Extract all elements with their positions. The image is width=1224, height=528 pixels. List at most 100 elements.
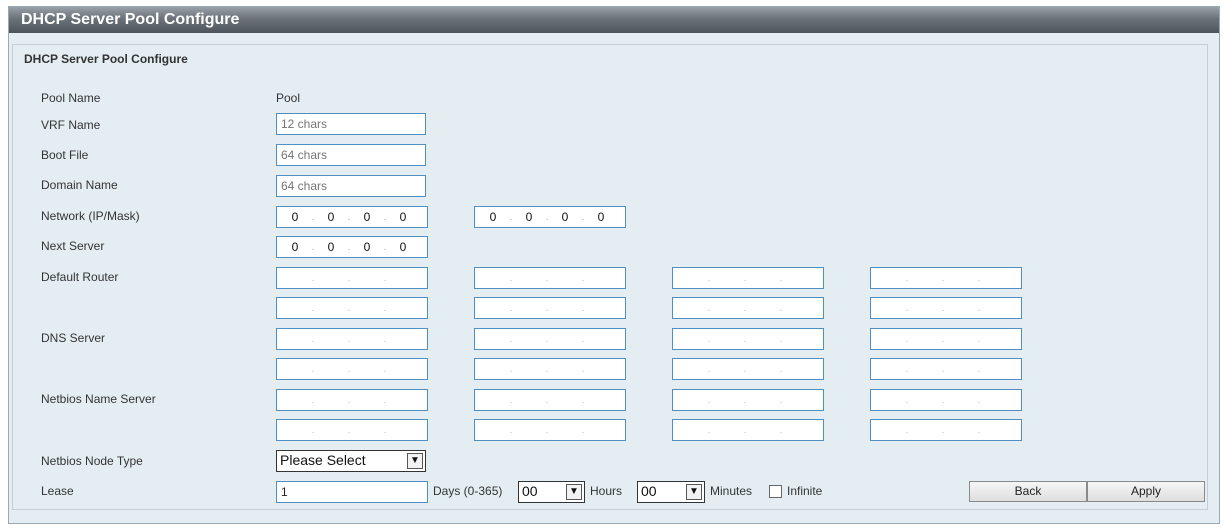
boot-file-input[interactable] (276, 144, 426, 166)
network-mask-input[interactable]: 0. 0. 0. 0 (474, 206, 626, 228)
ip-dot: . (743, 302, 747, 314)
ip-dot: . (581, 272, 585, 284)
default-router-ip-input[interactable]: ... (672, 297, 824, 319)
chevron-down-icon: ▼ (566, 484, 582, 500)
netbios-name-server-ip-input[interactable]: ... (870, 419, 1022, 441)
ip-dot: . (509, 333, 513, 345)
ip-dot: . (509, 394, 513, 406)
netbios-name-server-ip-input[interactable]: ... (672, 389, 824, 411)
ip-dot: . (977, 302, 981, 314)
ip-dot: . (311, 241, 315, 253)
netbios-name-server-ip-input[interactable]: ... (672, 419, 824, 441)
ip-dot: . (509, 272, 513, 284)
ip-dot: . (347, 363, 351, 375)
netbios-name-server-ip-input[interactable]: ... (870, 389, 1022, 411)
ip-dot: . (347, 424, 351, 436)
hours-value: 00 (522, 483, 538, 499)
dns-server-ip-input[interactable]: ... (474, 358, 626, 380)
default-router-ip-input[interactable]: ... (276, 297, 428, 319)
vrf-name-input[interactable] (276, 113, 426, 135)
dns-server-ip-input[interactable]: ... (276, 358, 428, 380)
infinite-label: Infinite (787, 484, 823, 498)
ip-octet: 0 (327, 240, 335, 254)
page-title: DHCP Server Pool Configure (9, 7, 1219, 33)
ip-octet: 0 (561, 210, 569, 224)
ip-dot: . (707, 272, 711, 284)
netbios-node-type-label: Netbios Node Type (41, 454, 143, 468)
netbios-name-server-ip-input[interactable]: ... (474, 389, 626, 411)
ip-dot: . (977, 394, 981, 406)
ip-dot: . (743, 333, 747, 345)
ip-dot: . (347, 241, 351, 253)
ip-octet: 0 (363, 240, 371, 254)
ip-dot: . (905, 272, 909, 284)
hours-label: Hours (590, 484, 623, 498)
ip-dot: . (509, 363, 513, 375)
netbios-name-server-ip-input[interactable]: ... (276, 419, 428, 441)
ip-dot: . (941, 363, 945, 375)
lease-days-input[interactable] (276, 481, 428, 503)
ip-dot: . (509, 211, 513, 223)
ip-dot: . (779, 363, 783, 375)
dns-server-ip-input[interactable]: ... (474, 328, 626, 350)
days-label: Days (0-365) (433, 484, 503, 498)
minutes-value: 00 (641, 483, 657, 499)
next-server-input[interactable]: 0. 0. 0. 0 (276, 236, 428, 258)
default-router-label: Default Router (41, 270, 119, 284)
ip-dot: . (581, 363, 585, 375)
dns-server-ip-input[interactable]: ... (672, 358, 824, 380)
ip-octet: 0 (399, 240, 407, 254)
ip-dot: . (707, 302, 711, 314)
dns-server-ip-input[interactable]: ... (276, 328, 428, 350)
default-router-ip-input[interactable]: ... (870, 297, 1022, 319)
ip-octet: 0 (399, 210, 407, 224)
default-router-ip-input[interactable]: ... (474, 267, 626, 289)
ip-dot: . (545, 302, 549, 314)
ip-dot: . (311, 363, 315, 375)
ip-dot: . (545, 363, 549, 375)
netbios-name-server-ip-input[interactable]: ... (276, 389, 428, 411)
ip-dot: . (977, 333, 981, 345)
pool-name-value: Pool (276, 91, 301, 105)
ip-dot: . (977, 272, 981, 284)
pool-name-label: Pool Name (41, 91, 101, 105)
ip-octet: 0 (525, 210, 533, 224)
netbios-node-type-value: Please Select (280, 452, 366, 468)
lease-minutes-select[interactable]: 00 ▼ (637, 481, 705, 503)
ip-dot: . (383, 363, 387, 375)
ip-dot: . (311, 333, 315, 345)
chevron-down-icon: ▼ (686, 484, 702, 500)
dns-server-ip-input[interactable]: ... (672, 328, 824, 350)
ip-dot: . (383, 272, 387, 284)
ip-dot: . (707, 424, 711, 436)
ip-dot: . (743, 394, 747, 406)
lease-hours-select[interactable]: 00 ▼ (518, 481, 585, 503)
boot-file-label: Boot File (41, 148, 89, 162)
ip-dot: . (347, 333, 351, 345)
ip-dot: . (581, 394, 585, 406)
ip-dot: . (383, 302, 387, 314)
ip-octet: 0 (597, 210, 605, 224)
group-legend: DHCP Server Pool Configure (20, 52, 192, 66)
ip-dot: . (311, 211, 315, 223)
netbios-name-server-ip-input[interactable]: ... (474, 419, 626, 441)
default-router-ip-input[interactable]: ... (672, 267, 824, 289)
infinite-checkbox[interactable] (769, 485, 782, 498)
apply-button[interactable]: Apply (1087, 481, 1205, 502)
dns-server-label: DNS Server (41, 331, 106, 345)
chevron-down-icon: ▼ (407, 453, 423, 469)
ip-dot: . (545, 272, 549, 284)
default-router-ip-input[interactable]: ... (474, 297, 626, 319)
dns-server-ip-input[interactable]: ... (870, 358, 1022, 380)
ip-dot: . (743, 363, 747, 375)
back-button[interactable]: Back (969, 481, 1087, 502)
netbios-node-type-select[interactable]: Please Select ▼ (276, 450, 426, 472)
ip-octet: 0 (291, 210, 299, 224)
domain-name-input[interactable] (276, 175, 426, 197)
default-router-ip-input[interactable]: ... (870, 267, 1022, 289)
network-ip-input[interactable]: 0. 0. 0. 0 (276, 206, 428, 228)
default-router-ip-input[interactable]: ... (276, 267, 428, 289)
ip-dot: . (941, 333, 945, 345)
ip-dot: . (779, 424, 783, 436)
dns-server-ip-input[interactable]: ... (870, 328, 1022, 350)
